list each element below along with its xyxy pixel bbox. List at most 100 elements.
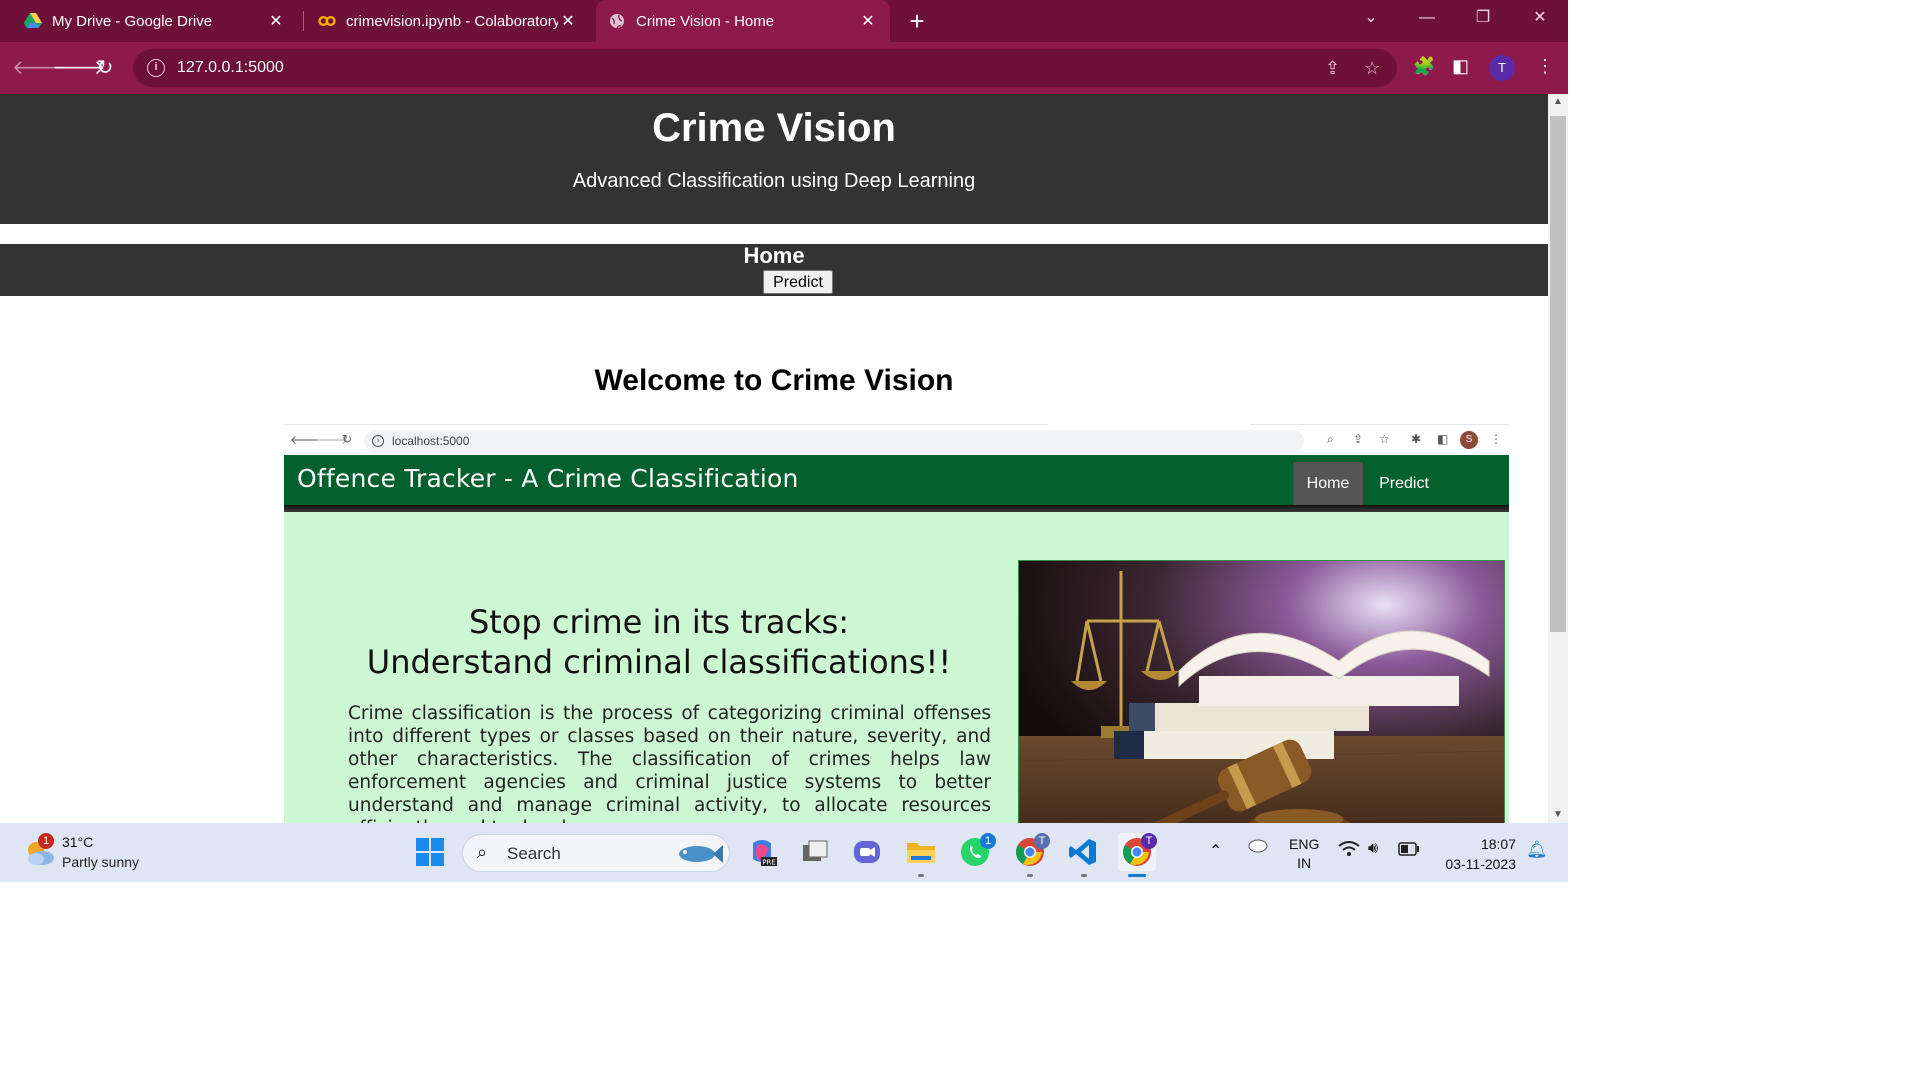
reload-button[interactable]: ↻ [91, 54, 119, 82]
active-indicator [1128, 874, 1146, 877]
taskbar-search[interactable]: ⌕ Search [462, 834, 730, 872]
weather-temperature[interactable]: 31°C [62, 834, 93, 850]
tab-title: My Drive - Google Drive [52, 12, 213, 30]
bookmark-star-icon[interactable]: ☆ [1364, 58, 1380, 79]
divider [284, 505, 1509, 512]
onedrive-cloud-icon[interactable] [1246, 837, 1268, 856]
scroll-down-arrow-icon[interactable]: ▼ [1548, 807, 1568, 823]
site-nav: Home Predict [0, 244, 1548, 296]
divider [1250, 424, 1509, 425]
profile-avatar[interactable]: T [1489, 55, 1515, 81]
volume-icon[interactable]: 🔊︎ [1368, 840, 1378, 858]
preview-screenshot: 🡐 🡒 ↻ i localhost:5000 ⌕ ⇪ ☆ ✱ ◧ S ⋮ Off… [284, 424, 1509, 823]
tab-colab[interactable]: crimevision.ipynb - Colaboratory ✕ [306, 0, 590, 42]
forward-button[interactable]: 🡒 [52, 54, 106, 82]
minimize-button[interactable]: — [1399, 0, 1455, 36]
bookmark-star-icon: ☆ [1379, 432, 1390, 446]
running-indicator [1081, 874, 1087, 877]
show-hidden-icons-chevron-icon[interactable]: ⌃ [1209, 841, 1222, 861]
windows-start-icon[interactable] [411, 833, 449, 871]
new-tab-button[interactable]: + [902, 6, 932, 36]
notification-bell-icon[interactable]: 🔔︎ [1526, 840, 1548, 860]
welcome-heading: Welcome to Crime Vision [594, 364, 954, 397]
page-scrollbar[interactable]: ▲ ▼ [1548, 94, 1568, 823]
clock-time: 18:07 [1480, 836, 1516, 852]
restore-button[interactable]: ❐ [1455, 0, 1511, 36]
tab-search-icon[interactable]: ⌄ [1343, 0, 1399, 36]
language-indicator[interactable]: ENG IN [1289, 835, 1319, 873]
task-view-icon[interactable] [796, 833, 834, 871]
hero-line-2: Understand criminal classifications!! [366, 643, 952, 681]
info-icon[interactable]: i [147, 59, 165, 77]
address-bar[interactable]: i 127.0.0.1:5000 ⇪ ☆ [133, 49, 1397, 87]
close-icon[interactable]: ✕ [558, 11, 578, 31]
preview-address-bar: i localhost:5000 [364, 430, 1304, 452]
hero-paragraph: Crime classification is the process of c… [348, 703, 991, 823]
search-icon: ⌕ [477, 842, 488, 862]
chrome-profile-badge: T [1034, 833, 1050, 849]
hero-title: Stop crime in its tracks: Understand cri… [334, 602, 984, 682]
language-code: ENG [1289, 836, 1320, 852]
site-subtitle: Advanced Classification using Deep Learn… [572, 170, 976, 192]
tab-crime-vision[interactable]: Crime Vision - Home ✕ [596, 0, 890, 42]
chrome-profile-badge: T [1141, 833, 1157, 849]
divider [284, 424, 1048, 425]
preview-navbar: Offence Tracker - A Crime Classification… [284, 455, 1509, 506]
running-indicator [918, 874, 924, 877]
tab-separator [303, 11, 304, 31]
scrollbar-thumb[interactable] [1550, 116, 1566, 632]
preview-hero: Stop crime in its tracks: Understand cri… [284, 512, 1509, 823]
scroll-up-arrow-icon[interactable]: ▲ [1548, 94, 1568, 110]
file-explorer-icon[interactable] [902, 833, 940, 871]
tab-bar: My Drive - Google Drive ✕ crimevision.ip… [0, 0, 1568, 42]
svg-text:PRE: PRE [762, 859, 776, 867]
weather-description[interactable]: Partly sunny [62, 854, 139, 870]
copilot-icon[interactable]: PRE [743, 833, 781, 871]
close-icon[interactable]: ✕ [266, 11, 286, 31]
fish-highlight-icon [673, 841, 723, 872]
clock-date: 03-11-2023 [1445, 856, 1516, 872]
back-button[interactable]: 🡐 [12, 54, 66, 82]
hero-line-1: Stop crime in its tracks: [468, 603, 850, 641]
search-label: Search [507, 844, 561, 863]
share-icon[interactable]: ⇪ [1325, 58, 1340, 79]
vscode-icon[interactable] [1064, 833, 1102, 871]
menu-icon: ⋮ [1490, 432, 1502, 446]
site-title: Crime Vision [652, 106, 896, 150]
teams-chat-icon[interactable] [848, 833, 886, 871]
scales-of-justice-image [1018, 560, 1505, 823]
colab-icon [318, 12, 336, 30]
predict-button[interactable]: Predict [763, 270, 833, 294]
preview-browser-toolbar: 🡐 🡒 ↻ i localhost:5000 ⌕ ⇪ ☆ ✱ ◧ S ⋮ [284, 426, 1509, 454]
info-icon: i [372, 435, 384, 447]
side-panel-icon: ◧ [1437, 432, 1449, 446]
nav-home-link[interactable]: Home [0, 244, 1548, 268]
wifi-icon[interactable] [1338, 841, 1360, 860]
close-window-button[interactable]: ✕ [1512, 0, 1568, 36]
globe-icon [608, 12, 626, 30]
region-code: IN [1297, 855, 1312, 871]
tab-title: crimevision.ipynb - Colaboratory [346, 12, 558, 30]
tab-title: Crime Vision - Home [636, 12, 775, 30]
share-icon: ⇪ [1353, 432, 1364, 446]
preview-nav-home: Home [1293, 462, 1363, 506]
site-header: Crime Vision Advanced Classification usi… [0, 94, 1548, 224]
reload-icon: ↻ [342, 432, 353, 446]
running-indicator [1027, 874, 1033, 877]
windows-taskbar: 1 31°C Partly sunny ⌕ Search PRE 1 T T ⌃ [0, 823, 1568, 882]
tab-google-drive[interactable]: My Drive - Google Drive ✕ [12, 0, 298, 42]
page-content: Crime Vision Advanced Classification usi… [0, 94, 1548, 823]
preview-url: localhost:5000 [392, 434, 470, 448]
browser-toolbar: 🡐 🡒 ↻ i 127.0.0.1:5000 ⇪ ☆ 🧩 ◧ ⋮ [0, 42, 1568, 94]
google-drive-icon [24, 12, 42, 30]
battery-icon[interactable] [1398, 842, 1420, 859]
address-url: 127.0.0.1:5000 [177, 59, 284, 76]
menu-icon[interactable]: ⋮ [1536, 56, 1554, 77]
extensions-icon[interactable]: 🧩 [1413, 56, 1435, 77]
system-clock[interactable]: 18:07 03-11-2023 [1432, 834, 1516, 874]
side-panel-icon[interactable]: ◧ [1452, 56, 1469, 77]
zoom-icon: ⌕ [1327, 432, 1334, 446]
weather-badge: 1 [38, 833, 54, 849]
preview-nav-predict: Predict [1379, 475, 1429, 492]
close-icon[interactable]: ✕ [858, 11, 878, 31]
